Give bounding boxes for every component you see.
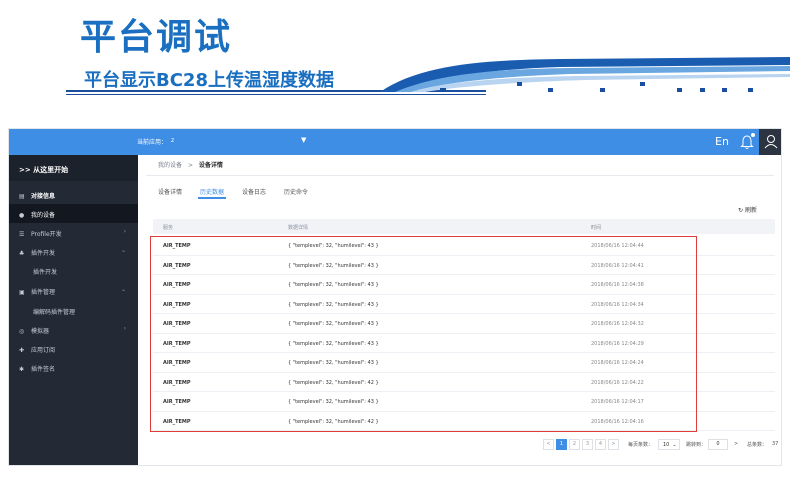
page-3-button[interactable]: 3 [582,439,593,450]
refresh-icon: ↻ [738,207,744,214]
device-icon: ● [19,212,25,219]
chevron-right-icon: › [123,325,126,332]
sidebar-item-simulator[interactable]: ◎ 模拟器 › [9,320,138,339]
sidebar-item-subscribe[interactable]: ✚ 应用订阅 [9,339,138,358]
prev-page-button[interactable]: < [543,439,554,450]
current-app-label: 当前应用： [137,139,168,146]
highlight-box [150,236,697,432]
total-count: 37 [772,441,779,447]
column-data-detail: 数据详情 [288,225,309,231]
chevron-down-icon: ⌄ [120,286,126,293]
page-4-button[interactable]: 4 [595,439,606,450]
total-label: 总条数： [747,442,768,448]
jump-to-label: 跳转到： [686,442,707,448]
divider [146,175,774,176]
refresh-button[interactable]: ↻ 刷新 [738,205,757,214]
main-content: 我的设备 > 设备详情 设备详情 历史数据 设备日志 历史命令 ↻ 刷新 服务 … [138,155,781,465]
sidebar-subitem-codec-plugin[interactable]: 编解码插件管理 [9,301,138,320]
list-icon: ☰ [19,231,25,238]
table-header: 服务 数据详情 时间 [153,219,775,234]
sidebar-item-my-devices[interactable]: ● 我的设备 [9,204,138,223]
simulator-icon: ◎ [19,328,25,335]
subscribe-icon: ✚ [19,347,25,354]
breadcrumb-device-detail: 设备详情 [198,162,223,169]
sidebar-item-signature[interactable]: ✱ 插件签名 [9,358,138,377]
current-app-select[interactable]: z [171,137,174,144]
plugin-icon: ♣ [19,250,25,257]
user-menu[interactable] [759,129,781,155]
column-time: 时间 [591,225,602,231]
top-bar: 当前应用： z ▼ En [9,129,781,155]
slide-title: 平台调试 [80,17,233,58]
breadcrumb: 我的设备 > 设备详情 [158,162,223,169]
active-tab-indicator [198,197,226,199]
sidebar-item-plugin-dev[interactable]: ♣ 插件开发 ⌄ [9,242,138,261]
column-service: 服务 [163,225,174,231]
iot-platform-window: 当前应用： z ▼ En >> 从这里开始 ▤ 对接信息 ● 我的设备 ☰ Profi… [8,128,782,466]
tab-device-detail[interactable]: 设备详情 [158,187,182,196]
chevron-down-icon[interactable]: ▼ [301,136,306,144]
sidebar-item-profile-dev[interactable]: ☰ Profile开发 › [9,223,138,242]
notification-dot [751,133,755,137]
tab-device-log[interactable]: 设备日志 [242,187,266,196]
jump-to-input[interactable]: 0 [708,439,728,450]
double-chevron-icon: >> [19,166,31,174]
breadcrumb-my-devices[interactable]: 我的设备 [158,162,182,169]
sidebar-item-plugin-manage[interactable]: ▣ 插件管理 ⌄ [9,281,138,300]
page-size-label: 每页条数： [628,442,654,448]
next-page-button[interactable]: > [608,439,619,450]
tab-history-commands[interactable]: 历史命令 [284,187,308,196]
signature-icon: ✱ [19,366,25,373]
page-2-button[interactable]: 2 [569,439,580,450]
page-1-button[interactable]: 1 [556,439,567,450]
chevron-down-icon: ⌄ [672,442,677,448]
chevron-down-icon: ⌄ [120,247,126,254]
chevron-right-icon: › [123,228,126,235]
slide-subtitle: 平台显示BC28上传温湿度数据 [84,70,334,91]
page-size-select[interactable]: 10 ⌄ [658,439,680,450]
window-icon: ▤ [19,193,25,200]
tab-history-data[interactable]: 历史数据 [200,187,224,196]
sidebar-subitem-plugin-dev[interactable]: 插件开发 [9,261,138,280]
sidebar-header[interactable]: >> 从这里开始 [9,155,138,181]
manage-icon: ▣ [19,289,25,296]
sidebar-item-access-info[interactable]: ▤ 对接信息 [9,185,138,204]
next-page-arrow[interactable]: > [734,441,738,447]
user-icon [764,135,778,149]
sidebar: >> 从这里开始 ▤ 对接信息 ● 我的设备 ☰ Profile开发 › ♣ 插件开发 … [9,155,138,465]
language-toggle[interactable]: En [715,135,729,148]
